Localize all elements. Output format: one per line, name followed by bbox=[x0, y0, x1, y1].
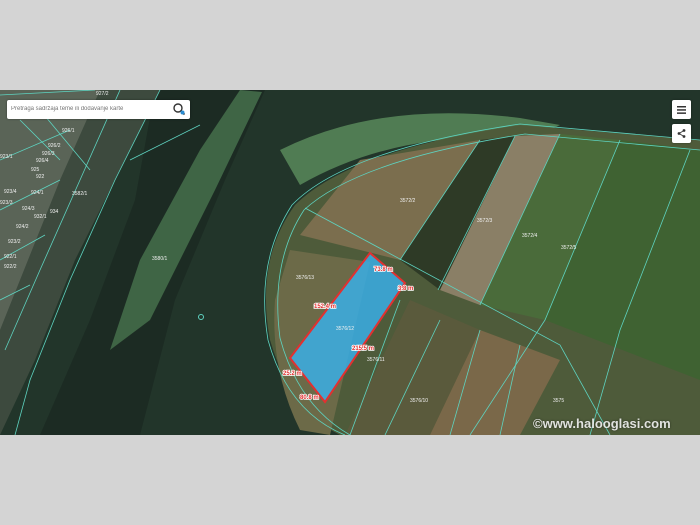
parcel-label: 3575 bbox=[553, 398, 564, 404]
parcel-label: 3572/2 bbox=[400, 198, 416, 204]
parcel-label: 3576/12 bbox=[336, 326, 354, 332]
measurement-label: 215.5 m bbox=[352, 346, 374, 352]
menu-button[interactable] bbox=[672, 100, 691, 119]
parcel-label: 3576/13 bbox=[296, 275, 314, 281]
parcel-label: 923/3 bbox=[0, 200, 13, 206]
parcel-label: 926/2 bbox=[48, 143, 61, 149]
parcel-label: 923/1 bbox=[0, 154, 13, 160]
parcel-label: 3576/11 bbox=[367, 357, 385, 363]
share-button[interactable] bbox=[672, 124, 691, 143]
parcel-label: 3572/5 bbox=[561, 245, 577, 251]
measurement-label: 3.8 m bbox=[398, 286, 413, 292]
watermark: ©www.halooglasi.com bbox=[533, 416, 671, 431]
parcel-label: 926/1 bbox=[62, 128, 75, 134]
measurement-label: 25.2 m bbox=[283, 371, 302, 377]
measurement-label: 152.4 m bbox=[314, 304, 336, 310]
parcel-label: 924/3 bbox=[22, 206, 35, 212]
parcel-label: 3582/1 bbox=[72, 191, 88, 197]
parcel-label: 924/2 bbox=[16, 224, 29, 230]
parcel-label: 924/1 bbox=[31, 190, 44, 196]
parcel-label: 926/4 bbox=[36, 158, 49, 164]
parcel-label: 922 bbox=[36, 174, 45, 180]
parcel-label: 922/1 bbox=[4, 254, 17, 260]
search-icon[interactable] bbox=[172, 102, 186, 116]
parcel-label: 3572/3 bbox=[477, 218, 493, 224]
search-input[interactable] bbox=[11, 102, 166, 116]
parcel-label: 934 bbox=[50, 209, 59, 215]
parcel-label: 3572/4 bbox=[522, 233, 538, 239]
parcel-label: 923/4 bbox=[4, 189, 17, 195]
parcel-label: 925 bbox=[31, 167, 40, 173]
parcel-label: 922/2 bbox=[4, 264, 17, 270]
parcel-label: 926/3 bbox=[42, 151, 55, 157]
measurement-label: 73.8 m bbox=[374, 267, 393, 273]
parcel-label: 923/2 bbox=[8, 239, 21, 245]
measurement-label: 80.8 m bbox=[300, 395, 319, 401]
parcel-label: 3580/1 bbox=[152, 256, 168, 262]
parcel-label: 927/2 bbox=[96, 91, 109, 97]
menu-icon bbox=[677, 105, 686, 114]
parcel-label: 3576/10 bbox=[410, 398, 428, 404]
share-icon bbox=[677, 129, 686, 138]
search-box[interactable] bbox=[7, 100, 190, 119]
map-view[interactable]: 927/2 926/1 926/2 926/3 926/4 925 924/1 … bbox=[0, 90, 700, 435]
parcel-label: 932/1 bbox=[34, 214, 47, 220]
